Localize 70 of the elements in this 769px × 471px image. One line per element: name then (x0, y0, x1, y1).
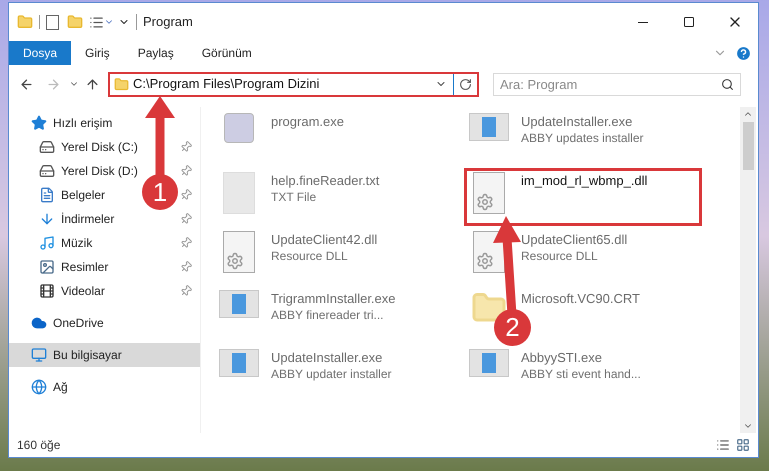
help-icon[interactable] (735, 44, 752, 62)
view-options-icon[interactable] (89, 14, 104, 30)
gears-file-icon (473, 231, 505, 273)
ribbon-tab[interactable]: Giriş (71, 41, 124, 65)
address-bar[interactable]: C:\Program Files\Program Dizini (108, 72, 479, 96)
file-name[interactable]: im_mod_rl_wbmp_.dll (521, 172, 648, 189)
address-path: C:\Program Files\Program Dizini (133, 75, 320, 94)
computer-icon (31, 347, 47, 363)
window-title: Program (143, 13, 193, 32)
file-name[interactable]: UpdateInstaller.exe (521, 113, 644, 130)
item-count: 160 öğe (17, 437, 60, 454)
refresh-icon[interactable] (459, 78, 472, 90)
music-note-icon (39, 235, 55, 251)
file-type: Resource DLL (521, 248, 599, 265)
details-view-icon[interactable] (716, 438, 730, 452)
tiles-view-icon[interactable] (736, 438, 750, 452)
drive-icon (39, 139, 55, 155)
file-name[interactable]: AbbyySTI.exe (521, 349, 641, 366)
ribbon-tab[interactable]: Paylaş (124, 41, 188, 65)
scrollbar-thumb[interactable] (742, 122, 754, 170)
application-icon (224, 113, 254, 143)
nav-item[interactable]: Yerel Disk (D:) (61, 162, 138, 180)
star-icon (31, 115, 47, 131)
file-name[interactable]: TrigrammInstaller.exe (271, 290, 396, 307)
file-name[interactable]: UpdateClient65.dll (521, 231, 628, 248)
properties-icon[interactable] (46, 14, 59, 30)
file-name[interactable]: help.fineReader.txt (271, 172, 380, 189)
network-icon (31, 379, 47, 395)
nav-item[interactable]: Müzik (61, 234, 92, 252)
up-icon[interactable] (85, 76, 100, 92)
text-file-icon (223, 172, 255, 214)
file-type: ABBY updater installer (271, 366, 392, 383)
search-field[interactable]: Ara: Program (493, 72, 741, 96)
nav-item[interactable]: Ağ (53, 378, 68, 396)
picture-icon (39, 259, 55, 275)
ribbon-tab[interactable]: Görünüm (188, 41, 266, 65)
file-name[interactable]: Microsoft.VC90.CRT (521, 290, 640, 307)
nav-item[interactable]: OneDrive (53, 314, 104, 332)
download-icon (39, 211, 55, 227)
installer-icon (469, 349, 509, 377)
nav-item[interactable]: Bu bilgisayar (53, 346, 122, 364)
ribbon-tab[interactable]: Dosya (9, 41, 72, 65)
folder-icon (114, 76, 129, 92)
cloud-icon (31, 315, 47, 331)
nav-item[interactable]: Hızlı erişim (53, 114, 112, 132)
back-icon[interactable] (19, 76, 34, 92)
nav-item[interactable]: Belgeler (61, 186, 106, 204)
file-type: ABBY finereader tri... (271, 307, 384, 324)
nav-item[interactable]: Yerel Disk (C:) (61, 138, 138, 156)
file-type: TXT File (271, 189, 318, 206)
file-name[interactable]: UpdateClient42.dll (271, 231, 378, 248)
file-name[interactable]: program.exe (271, 113, 344, 130)
file-type: ABBY updates installer (521, 130, 644, 147)
film-icon (39, 283, 55, 299)
maximize-icon (683, 16, 695, 28)
installer-icon (219, 349, 259, 377)
search-icon[interactable] (721, 78, 734, 90)
nav-item[interactable]: İndirmeler (61, 210, 114, 228)
file-type: Resource DLL (271, 248, 349, 265)
installer-icon (469, 113, 509, 141)
nav-item[interactable]: Resimler (61, 258, 108, 276)
scrollbar[interactable] (740, 107, 756, 433)
file-type: ABBY sti event hand... (521, 366, 641, 383)
gears-file-icon (223, 231, 255, 273)
nav-item[interactable]: Videolar (61, 282, 105, 300)
file-name[interactable]: UpdateInstaller.exe (271, 349, 392, 366)
installer-icon (219, 290, 259, 318)
gears-file-icon (473, 172, 505, 214)
document-icon (39, 187, 55, 203)
drive-icon (39, 163, 55, 179)
